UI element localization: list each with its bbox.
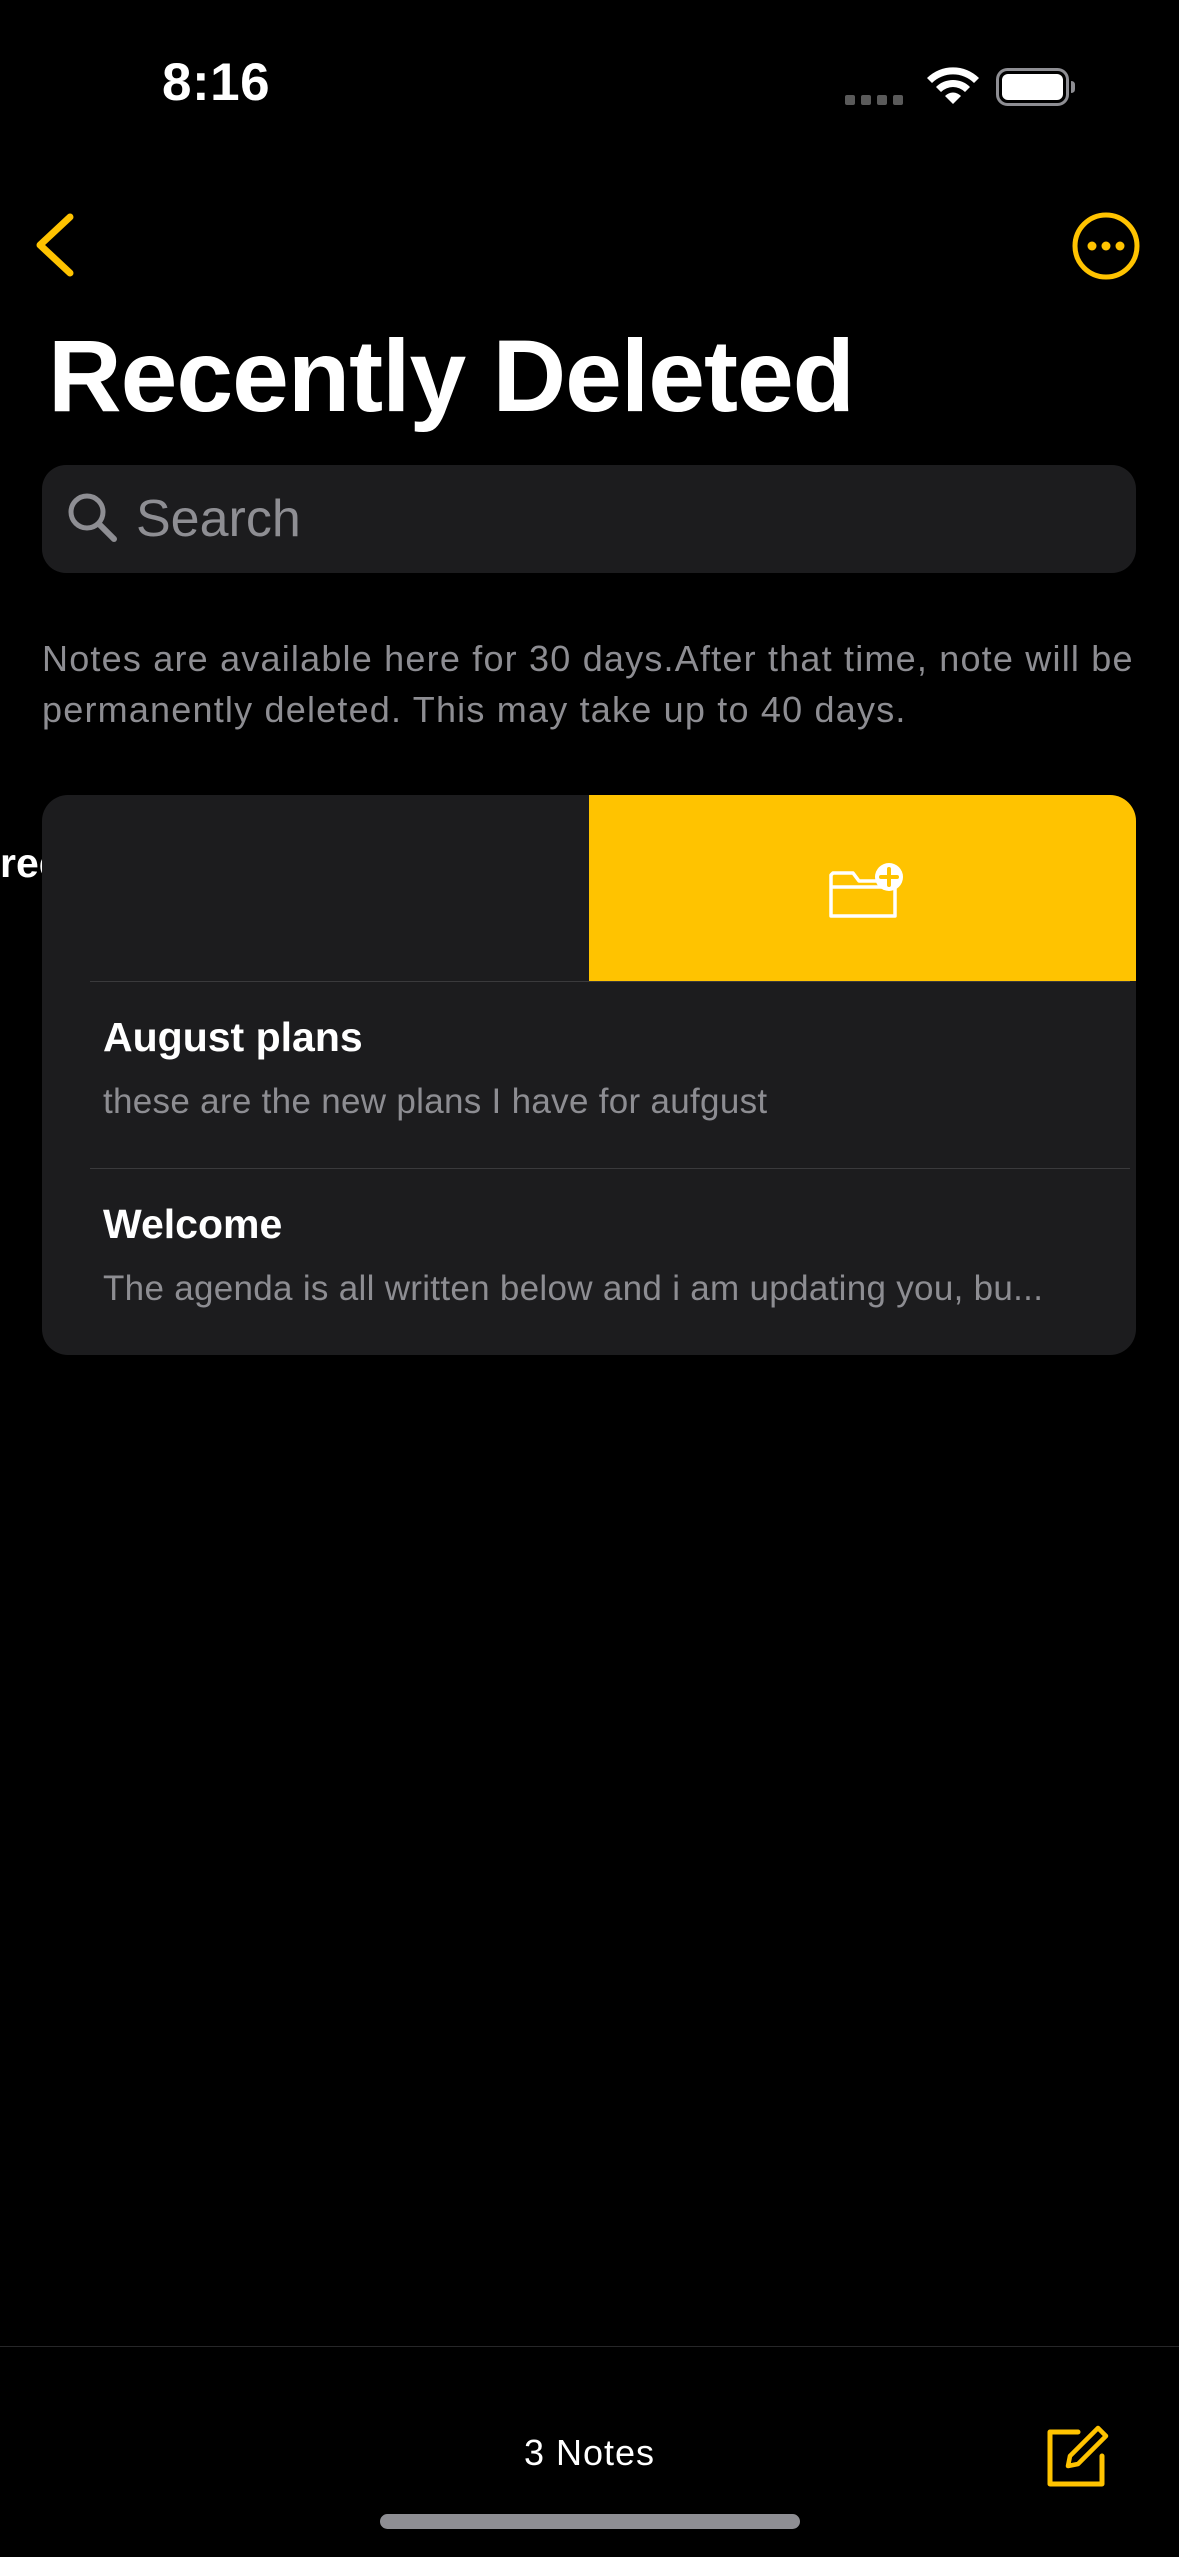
- status-time: 8:16: [162, 53, 271, 112]
- chevron-left-icon[interactable]: [26, 205, 86, 285]
- folder-add-icon: [829, 863, 903, 918]
- note-snippet: The agenda is all written below and i am…: [103, 1269, 1044, 1308]
- battery-icon: [996, 68, 1075, 106]
- page-title: Recently Deleted: [48, 319, 855, 433]
- home-indicator[interactable]: [380, 2514, 800, 2529]
- list-item[interactable]: Welcome The agenda is all written below …: [42, 1169, 1136, 1355]
- status-bar: 8:16: [0, 0, 1179, 175]
- notes-count: 3 Notes: [523, 2432, 656, 2473]
- note-title: Welcome: [103, 1201, 283, 1247]
- cellular-signal-icon: [845, 95, 905, 107]
- info-text: Notes are available here for 30 days.Aft…: [42, 638, 1134, 730]
- search-icon: [68, 493, 117, 542]
- move-to-folder-button[interactable]: [589, 795, 1136, 981]
- notes-list: August plans these are the new plans I h…: [42, 795, 1136, 1355]
- ellipsis-circle-icon[interactable]: [1070, 210, 1142, 282]
- list-item[interactable]: August plans these are the new plans I h…: [42, 982, 1136, 1168]
- note-title: August plans: [103, 1014, 363, 1060]
- search-input[interactable]: [136, 465, 1116, 573]
- note-snippet: these are the new plans I have for aufgu…: [103, 1082, 768, 1121]
- wifi-icon: [927, 67, 979, 104]
- compose-icon[interactable]: [1040, 2422, 1112, 2494]
- search-bar[interactable]: [42, 465, 1136, 573]
